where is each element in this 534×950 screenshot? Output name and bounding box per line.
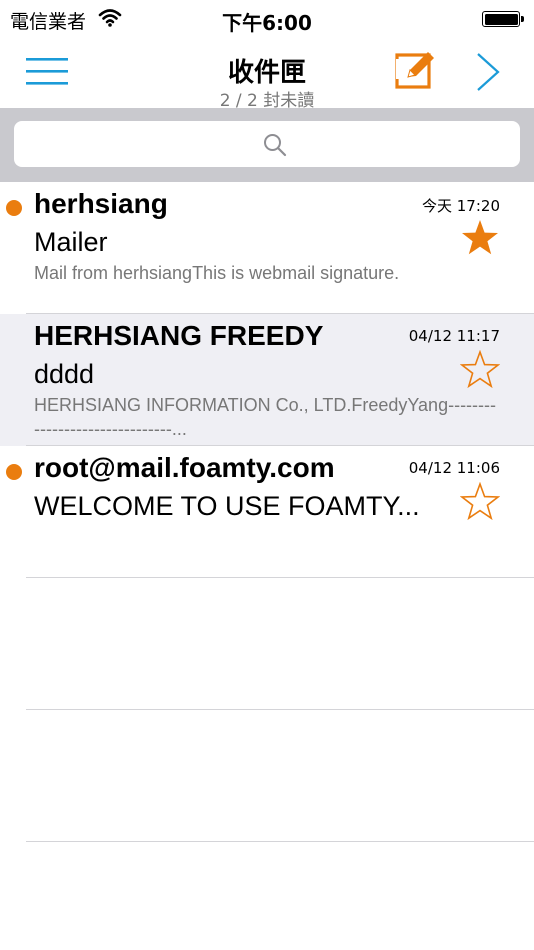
mail-subject: WELCOME TO USE FOAMTY... [34,491,420,521]
star-outline-icon[interactable] [460,482,500,522]
mail-item[interactable]: herhsiang 今天 17:20 Mailer Mail from herh… [0,182,534,314]
battery-full-icon [482,11,524,27]
mail-item[interactable]: root@mail.foamty.com 04/12 11:06 WELCOME… [0,446,534,578]
navigation-bar: 收件匣 2 / 2 封未讀 [0,38,534,111]
mail-sender: herhsiang [34,188,168,219]
mail-time: 04/12 11:06 [408,459,500,477]
mail-time: 今天 17:20 [422,197,500,215]
compose-icon[interactable] [394,47,438,91]
status-bar: 電信業者 下午6:00 [0,0,534,38]
mail-preview [34,525,500,573]
search-input[interactable] [14,121,520,167]
unread-indicator [6,200,22,216]
unread-indicator [6,464,22,480]
star-filled-icon[interactable] [460,218,500,258]
empty-list-row [0,578,534,710]
mail-subject: dddd [34,359,95,389]
mail-subject: Mailer [34,227,108,257]
empty-list-row [0,842,534,950]
mail-list: herhsiang 今天 17:20 Mailer Mail from herh… [0,182,534,950]
empty-list-row [0,710,534,842]
mail-sender: HERHSIANG FREEDY [34,320,324,351]
mail-item[interactable]: HERHSIANG FREEDY 04/12 11:17 dddd HERHSI… [0,314,534,446]
chevron-right-icon[interactable] [472,52,502,92]
mail-time: 04/12 11:17 [408,327,500,345]
mail-preview: Mail from herhsiangThis is webmail signa… [34,263,400,283]
search-bar [0,108,534,182]
search-field-container [14,121,520,167]
star-outline-icon[interactable] [460,350,500,390]
page-title: 收件匣 [227,58,306,88]
mail-sender: root@mail.foamty.com [34,452,335,483]
status-time: 下午6:00 [222,11,312,35]
mail-preview: HERHSIANG INFORMATION Co., LTD.FreedyYan… [34,395,497,439]
